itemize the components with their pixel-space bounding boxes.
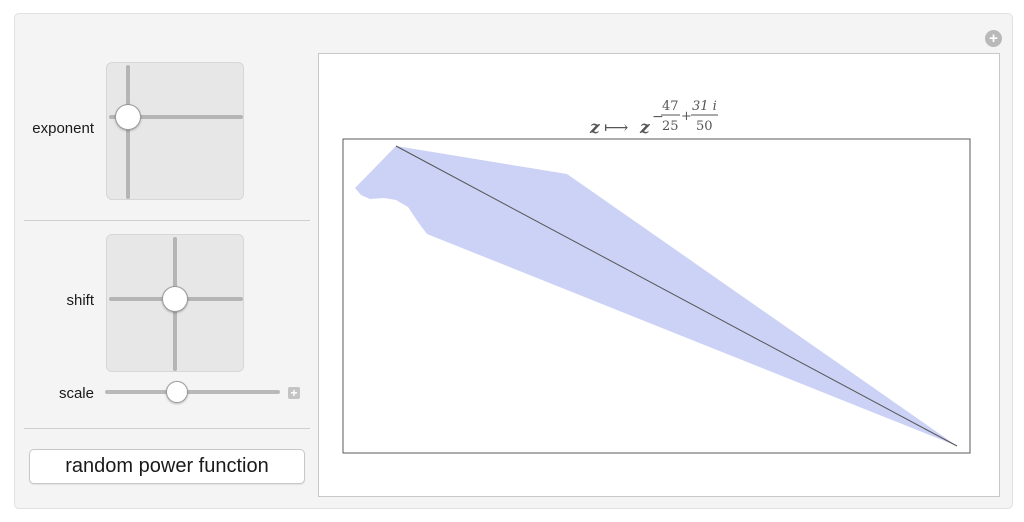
- formula-arrow: ⟼: [604, 118, 628, 138]
- plot-svg: z ⟼ z − 47 25 + 31 i 50: [342, 99, 971, 454]
- formula-imag-denominator: 50: [696, 119, 713, 134]
- formula-variable: z: [589, 118, 600, 138]
- formula-plus: +: [681, 109, 692, 124]
- formula-imag-numerator: 31 i: [692, 99, 717, 114]
- formula-real-denominator: 25: [662, 119, 679, 134]
- formula-base: z: [639, 118, 650, 138]
- formula-real-numerator: 47: [662, 99, 679, 114]
